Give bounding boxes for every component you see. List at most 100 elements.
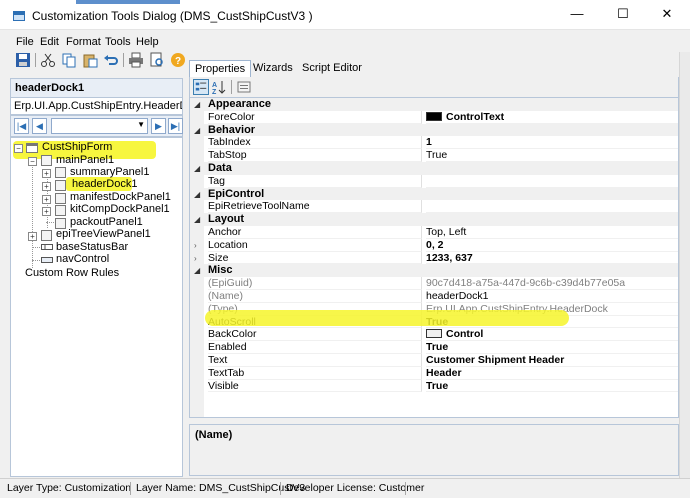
property-row[interactable]: Enabled True [190,341,678,354]
print-icon[interactable] [128,52,144,68]
expand-icon[interactable]: + [42,207,51,216]
collapse-icon[interactable]: ◢ [194,124,200,137]
prop-value[interactable]: Customer Shipment Header [426,354,678,367]
collapse-icon[interactable]: ◢ [194,188,200,201]
prop-value[interactable]: 1233, 637 [426,252,678,265]
status-separator [130,482,131,495]
prop-value[interactable]: Top, Left [426,226,678,239]
close-button[interactable]: ✕ [644,0,690,30]
maximize-button[interactable]: ☐ [600,0,646,30]
form-icon [26,143,38,153]
category-row[interactable]: ◢ Data [190,162,678,175]
color-swatch [426,329,442,339]
property-row[interactable]: › Location 0, 2 [190,238,678,252]
copy-icon[interactable] [61,52,77,68]
menu-tools[interactable]: Tools [105,36,131,48]
nav-next-button[interactable]: ▶ [151,118,166,134]
window-scrollbar[interactable] [679,52,690,478]
tab-wizards[interactable]: Wizards [248,60,298,77]
undo-icon[interactable] [103,52,119,68]
panel-icon [55,193,66,204]
expand-arrow-icon[interactable]: › [194,239,197,252]
tab-script-editor[interactable]: Script Editor [297,60,367,77]
category-layout: Layout [208,213,245,226]
prop-value[interactable]: True [426,149,678,162]
prop-value[interactable] [426,175,678,188]
collapse-icon[interactable]: − [14,144,23,153]
property-row[interactable]: Tag [190,174,678,188]
nav-prev-button[interactable]: ◀ [32,118,47,134]
property-row[interactable]: TextTab Header [190,366,678,380]
tree-node-custom-row-rules[interactable]: Custom Row Rules [25,267,119,281]
prop-name: BackColor [208,328,422,342]
expand-icon[interactable]: + [28,232,37,241]
property-row[interactable]: EpiRetrieveToolName [190,200,678,214]
tree-node-kitcompdockpanel1[interactable]: kitCompDockPanel1 [70,203,170,217]
prop-value[interactable]: True [426,380,678,393]
prop-name: Text [208,354,422,367]
prop-name: (Name) [208,290,422,303]
window-title: Customization Tools Dialog (DMS_CustShip… [32,9,313,23]
menu-format[interactable]: Format [66,36,101,48]
property-row[interactable]: TabIndex 1 [190,136,678,150]
tab-properties[interactable]: Properties [189,60,252,77]
category-row[interactable]: ◢ EpiControl [190,187,678,201]
categorized-view-icon[interactable] [193,79,209,95]
save-icon[interactable] [15,52,31,68]
nav-last-button[interactable]: ▶| [168,118,183,134]
tree-node-headerdock1[interactable]: headerDock1 [70,178,139,192]
expand-icon[interactable]: + [42,182,51,191]
nav-combo[interactable]: ▼ [51,118,148,134]
property-row[interactable]: ForeColor ControlText [190,110,678,124]
prop-value[interactable]: 0, 2 [426,239,678,252]
collapse-icon[interactable]: ◢ [194,264,200,277]
property-row[interactable]: TabStop True [190,149,678,162]
paste-icon[interactable] [82,52,98,68]
cut-icon[interactable] [40,52,56,68]
autoscroll-highlight-marker [205,310,569,326]
prop-value[interactable]: True [426,341,678,354]
property-pages-icon[interactable] [236,79,252,95]
category-row[interactable]: ◢ Behavior [190,123,678,137]
help-icon[interactable]: ? [170,52,186,68]
prop-value-forecolor[interactable]: ControlText [426,111,678,124]
collapse-icon[interactable]: − [28,157,37,166]
prop-name: Visible [208,379,422,393]
property-row[interactable]: (Name) headerDock1 [190,290,678,303]
prop-value-backcolor[interactable]: Control [426,328,678,342]
property-row[interactable]: Visible True [190,379,678,393]
prop-value[interactable]: 1 [426,136,678,150]
tree-node-custshipform[interactable]: CustShipForm [42,141,112,155]
prop-value[interactable] [426,200,678,214]
property-row[interactable]: (EpiGuid) 90c7d418-a75a-447d-9c6b-c39d4b… [190,277,678,290]
property-row[interactable]: Text Customer Shipment Header [190,354,678,367]
property-row[interactable]: BackColor Control [190,328,678,342]
collapse-icon[interactable]: ◢ [194,98,200,111]
toolbar-separator [123,53,124,67]
minimize-button[interactable]: — [554,0,600,30]
print-preview-icon[interactable] [149,52,165,68]
menu-file[interactable]: File [16,36,34,48]
expand-arrow-icon[interactable]: › [194,252,197,265]
collapse-icon[interactable]: ◢ [194,213,200,226]
prop-value[interactable]: headerDock1 [426,290,678,303]
prop-value[interactable]: 90c7d418-a75a-447d-9c6b-c39d4b77e05a [426,277,678,290]
prop-value[interactable]: Header [426,367,678,380]
svg-text:A: A [212,82,217,89]
tree-node-navcontrol[interactable]: navControl [56,253,109,267]
expand-icon[interactable]: + [42,195,51,204]
category-row[interactable]: ◢ Layout [190,213,678,226]
expand-icon[interactable]: + [42,169,51,178]
category-row[interactable]: ◢ Appearance [190,98,678,111]
alphabetical-sort-icon[interactable]: AZ [211,79,227,95]
property-row[interactable]: › Size 1233, 637 [190,251,678,265]
tree-node-epitreeviewpanel1[interactable]: epiTreeViewPanel1 [56,228,151,242]
chevron-down-icon: ▼ [137,120,145,129]
menu-edit[interactable]: Edit [40,36,59,48]
category-row[interactable]: ◢ Misc [190,264,678,278]
nav-first-button[interactable]: |◀ [14,118,29,134]
nav-control-icon [41,257,53,263]
collapse-icon[interactable]: ◢ [194,162,200,175]
menu-help[interactable]: Help [136,36,159,48]
property-row[interactable]: Anchor Top, Left [190,226,678,239]
